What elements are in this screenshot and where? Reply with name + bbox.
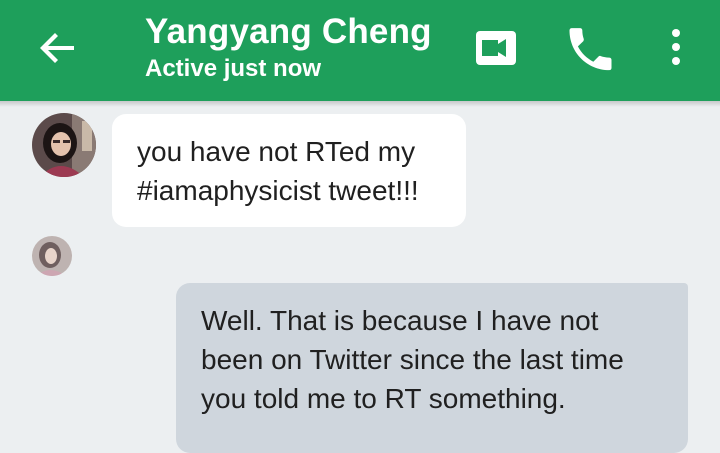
contact-photo-icon: [32, 236, 72, 276]
contact-photo-icon: [32, 113, 96, 177]
phone-icon: [569, 28, 612, 71]
contact-status: Active just now: [145, 55, 322, 82]
incoming-message-bubble[interactable]: you have not RTed my #iamaphysicist twee…: [112, 114, 466, 227]
message-text-line: you told me to RT something.: [201, 383, 566, 414]
message-text-line: you have not RTed my: [137, 136, 416, 167]
more-vert-icon: [672, 29, 680, 65]
back-arrow-icon: [40, 33, 74, 63]
more-options-button[interactable]: [654, 20, 698, 76]
contact-name[interactable]: Yangyang Cheng: [145, 12, 432, 52]
message-text-line: #iamaphysicist tweet!!!: [137, 175, 419, 206]
app-bar: Yangyang Cheng Active just now: [0, 0, 720, 107]
message-text-line: been on Twitter since the last time: [201, 344, 624, 375]
video-call-icon: [476, 31, 516, 65]
outgoing-message-bubble[interactable]: Well. That is because I have not been on…: [176, 283, 688, 453]
voice-call-button[interactable]: [566, 20, 622, 76]
contact-avatar[interactable]: [32, 113, 96, 177]
message-text-line: Well. That is because I have not: [201, 305, 599, 336]
back-button[interactable]: [30, 20, 86, 76]
read-receipt-avatar: [32, 236, 72, 276]
app-bar-shadow: [0, 101, 720, 107]
video-call-button[interactable]: [468, 20, 524, 76]
